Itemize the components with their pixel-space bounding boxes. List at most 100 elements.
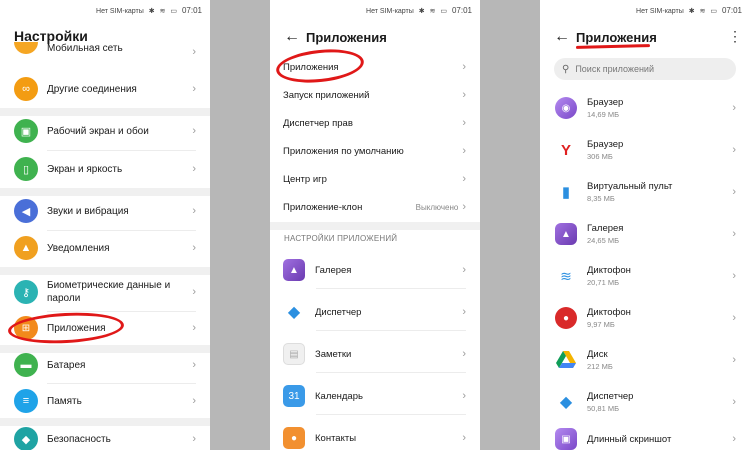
remote-icon: ▮	[555, 181, 577, 203]
settings-item-sounds[interactable]: ◀ Звуки и вибрация ›	[0, 196, 210, 226]
settings-item-label: Батарея	[47, 359, 86, 371]
settings-item-security[interactable]: ◆ Безопасность ›	[0, 425, 210, 450]
app-row[interactable]: ▣ Длинный скриншот ›	[540, 428, 750, 450]
carrier-text: Нет SIM-карты	[366, 8, 414, 15]
chevron-right-icon: ›	[732, 228, 736, 240]
chevron-right-icon: ›	[732, 396, 736, 408]
chevron-right-icon: ›	[462, 173, 466, 185]
battery-icon: ▬	[14, 353, 38, 377]
signal-icon	[14, 42, 38, 54]
divider	[47, 230, 196, 231]
app-row[interactable]: ● Диктофон 9,97 МБ ›	[540, 302, 750, 334]
chevron-right-icon: ›	[462, 201, 466, 213]
divider	[316, 330, 466, 331]
chevron-right-icon: ›	[192, 322, 196, 334]
app-label: Календарь	[315, 390, 363, 402]
app-label: Галерея	[315, 264, 352, 276]
status-value: Выключено	[415, 202, 459, 212]
app-size: 306 МБ	[587, 152, 613, 161]
chevron-right-icon: ›	[462, 390, 466, 402]
red-highlight-circle	[274, 45, 366, 87]
divider	[47, 383, 196, 384]
app-setting-manager[interactable]: ◆ Диспетчер ›	[270, 298, 480, 326]
app-setting-calendar[interactable]: 31 Календарь ›	[270, 382, 480, 410]
chevron-right-icon: ›	[732, 433, 736, 445]
app-setting-gallery[interactable]: ▲ Галерея ›	[270, 256, 480, 284]
gallery-icon: ▲	[283, 259, 305, 281]
status-bar: Нет SIM-карты ✱ ≋ ▭ 07:01	[93, 6, 202, 15]
app-setting-contacts[interactable]: ● Контакты ›	[270, 424, 480, 450]
chevron-right-icon: ›	[462, 145, 466, 157]
settings-item-label: Безопасность	[47, 433, 111, 445]
menu-item-permissions[interactable]: Диспетчер прав ›	[270, 112, 480, 134]
app-row[interactable]: ◉ Браузер 14,69 МБ ›	[540, 92, 750, 124]
yandex-icon: Y	[555, 139, 577, 161]
settings-item-home-screen[interactable]: ▣ Рабочий экран и обои ›	[0, 116, 210, 146]
settings-item-label: Другие соединения	[47, 83, 137, 95]
divider	[316, 372, 466, 373]
app-setting-notes[interactable]: ▤ Заметки ›	[270, 340, 480, 368]
settings-item-label: Звуки и вибрация	[47, 205, 129, 217]
battery-status-icon: ▭	[710, 8, 718, 15]
chevron-right-icon: ›	[462, 264, 466, 276]
chevron-right-icon: ›	[462, 306, 466, 318]
clock: 07:01	[451, 6, 472, 15]
chevron-right-icon: ›	[732, 354, 736, 366]
settings-item-other-connections[interactable]: ∞ Другие соединения ›	[0, 74, 210, 104]
waveform-icon: ≋	[555, 265, 577, 287]
section-gap	[0, 108, 210, 116]
menu-item-game-center[interactable]: Центр игр ›	[270, 168, 480, 190]
key-icon: ⚷	[14, 280, 38, 304]
settings-item-notifications[interactable]: ▲ Уведомления ›	[0, 233, 210, 263]
divider	[47, 150, 196, 151]
chevron-right-icon: ›	[192, 205, 196, 217]
app-name: Браузер	[587, 97, 624, 108]
app-size: 9,97 МБ	[587, 320, 615, 329]
settings-item-mobile[interactable]: Мобильная сеть ›	[0, 42, 210, 62]
bluetooth-icon: ✱	[148, 8, 155, 15]
section-gap	[0, 188, 210, 196]
app-name: Диктофон	[587, 307, 631, 318]
chevron-right-icon: ›	[462, 89, 466, 101]
settings-item-battery[interactable]: ▬ Батарея ›	[0, 350, 210, 380]
chevron-right-icon: ›	[732, 186, 736, 198]
battery-status-icon: ▭	[440, 8, 448, 15]
app-name: Диспетчер	[587, 391, 634, 402]
app-row[interactable]: Y Браузер 306 МБ ›	[540, 134, 750, 166]
storage-icon: ≡	[14, 389, 38, 413]
status-bar: Нет SIM-карты ✱ ≋ ▭ 07:01	[363, 6, 472, 15]
bluetooth-icon: ✱	[688, 8, 695, 15]
menu-item-app-twin[interactable]: Приложение-клон Выключено ›	[270, 196, 480, 218]
back-arrow-icon[interactable]: ←	[554, 28, 576, 46]
image-icon: ▣	[14, 119, 38, 143]
app-row[interactable]: Диск 212 МБ ›	[540, 344, 750, 376]
chevron-right-icon: ›	[732, 102, 736, 114]
chevron-right-icon: ›	[192, 163, 196, 175]
app-row[interactable]: ◆ Диспетчер 50,81 МБ ›	[540, 386, 750, 418]
phone-icon: ▯	[14, 157, 38, 181]
menu-item-app-launch[interactable]: Запуск приложений ›	[270, 84, 480, 106]
chevron-right-icon: ›	[732, 270, 736, 282]
more-options-icon[interactable]: ⋮	[728, 28, 742, 45]
menu-item-label: Запуск приложений	[283, 89, 370, 101]
chevron-right-icon: ›	[192, 83, 196, 95]
app-row[interactable]: ▲ Галерея 24,65 МБ ›	[540, 218, 750, 250]
app-size: 24,65 МБ	[587, 236, 620, 245]
back-arrow-icon[interactable]: ←	[284, 28, 306, 46]
settings-item-storage[interactable]: ≡ Память ›	[0, 386, 210, 416]
wifi-icon: ≋	[429, 8, 436, 15]
search-input[interactable]: ⚲ Поиск приложений	[554, 58, 736, 80]
bell-icon: ▲	[14, 236, 38, 260]
app-row[interactable]: ▮ Виртуальный пульт 8,35 МБ ›	[540, 176, 750, 208]
screenshot-icon: ▣	[555, 428, 577, 450]
app-size: 14,69 МБ	[587, 110, 620, 119]
app-name: Длинный скриншот	[587, 433, 672, 445]
chevron-right-icon: ›	[462, 117, 466, 129]
app-row[interactable]: ≋ Диктофон 20,71 МБ ›	[540, 260, 750, 292]
menu-item-default-apps[interactable]: Приложения по умолчанию ›	[270, 140, 480, 162]
menu-item-label: Центр игр	[283, 173, 327, 185]
app-label: Контакты	[315, 432, 357, 444]
contacts-icon: ●	[283, 427, 305, 449]
settings-item-biometrics[interactable]: ⚷ Биометрические данные и пароли ›	[0, 275, 210, 309]
settings-item-display[interactable]: ▯ Экран и яркость ›	[0, 154, 210, 184]
